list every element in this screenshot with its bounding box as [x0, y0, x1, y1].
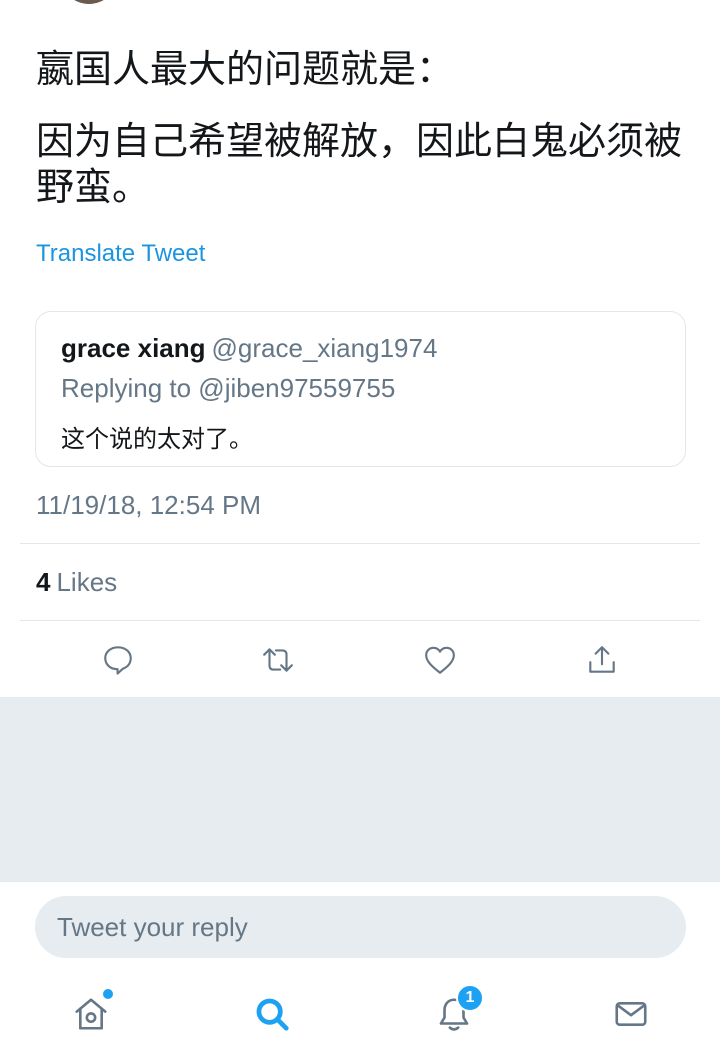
tweet-timestamp: 11/19/18, 12:54 PM: [36, 490, 262, 520]
reply-icon: [104, 646, 132, 675]
tweet-text-line2: 因为自己希望被解放，因此白鬼必须被野蛮。: [36, 119, 683, 209]
quoted-tweet-card[interactable]: grace xiang @grace_xiang1974 Replying to …: [35, 311, 686, 467]
retweet-button[interactable]: [258, 640, 298, 680]
retweet-icon: [263, 648, 293, 672]
avatar[interactable]: [60, 0, 118, 4]
home-unread-dot: [103, 989, 113, 999]
translate-tweet-link[interactable]: Translate Tweet: [36, 240, 205, 268]
reply-button[interactable]: [98, 640, 138, 680]
messages-icon: [615, 1002, 647, 1026]
search-icon: [256, 998, 289, 1031]
nav-home[interactable]: [69, 989, 113, 1036]
likes-stat[interactable]: 4 Likes: [36, 567, 117, 598]
reply-bar: 1: [0, 881, 720, 1056]
nav-search[interactable]: [250, 992, 294, 1036]
quoted-author-name: grace xiang: [61, 333, 206, 363]
home-icon: [75, 998, 107, 1030]
replies-area: [0, 697, 720, 881]
notification-badge: 1: [456, 984, 484, 1012]
quoted-tweet-header: grace xiang @grace_xiang1974: [61, 333, 437, 364]
share-icon: [589, 646, 615, 673]
like-icon: [425, 646, 455, 674]
likes-label: Likes: [56, 567, 118, 597]
likes-count: 4: [36, 567, 51, 597]
divider: [20, 620, 700, 621]
tweet-reply-input[interactable]: [35, 896, 686, 958]
share-button[interactable]: [582, 640, 622, 680]
nav-messages[interactable]: [609, 992, 653, 1036]
divider: [20, 543, 700, 544]
like-button[interactable]: [420, 640, 460, 680]
quoted-author-handle: @grace_xiang1974: [211, 333, 438, 363]
quoted-tweet-text: 这个说的太对了。: [61, 425, 253, 453]
tweet-text-line1: 嬴国人最大的问题就是：: [36, 47, 455, 91]
quoted-replying-to: Replying to @jiben97559755: [61, 373, 396, 403]
nav-notifications[interactable]: 1: [432, 984, 484, 1036]
